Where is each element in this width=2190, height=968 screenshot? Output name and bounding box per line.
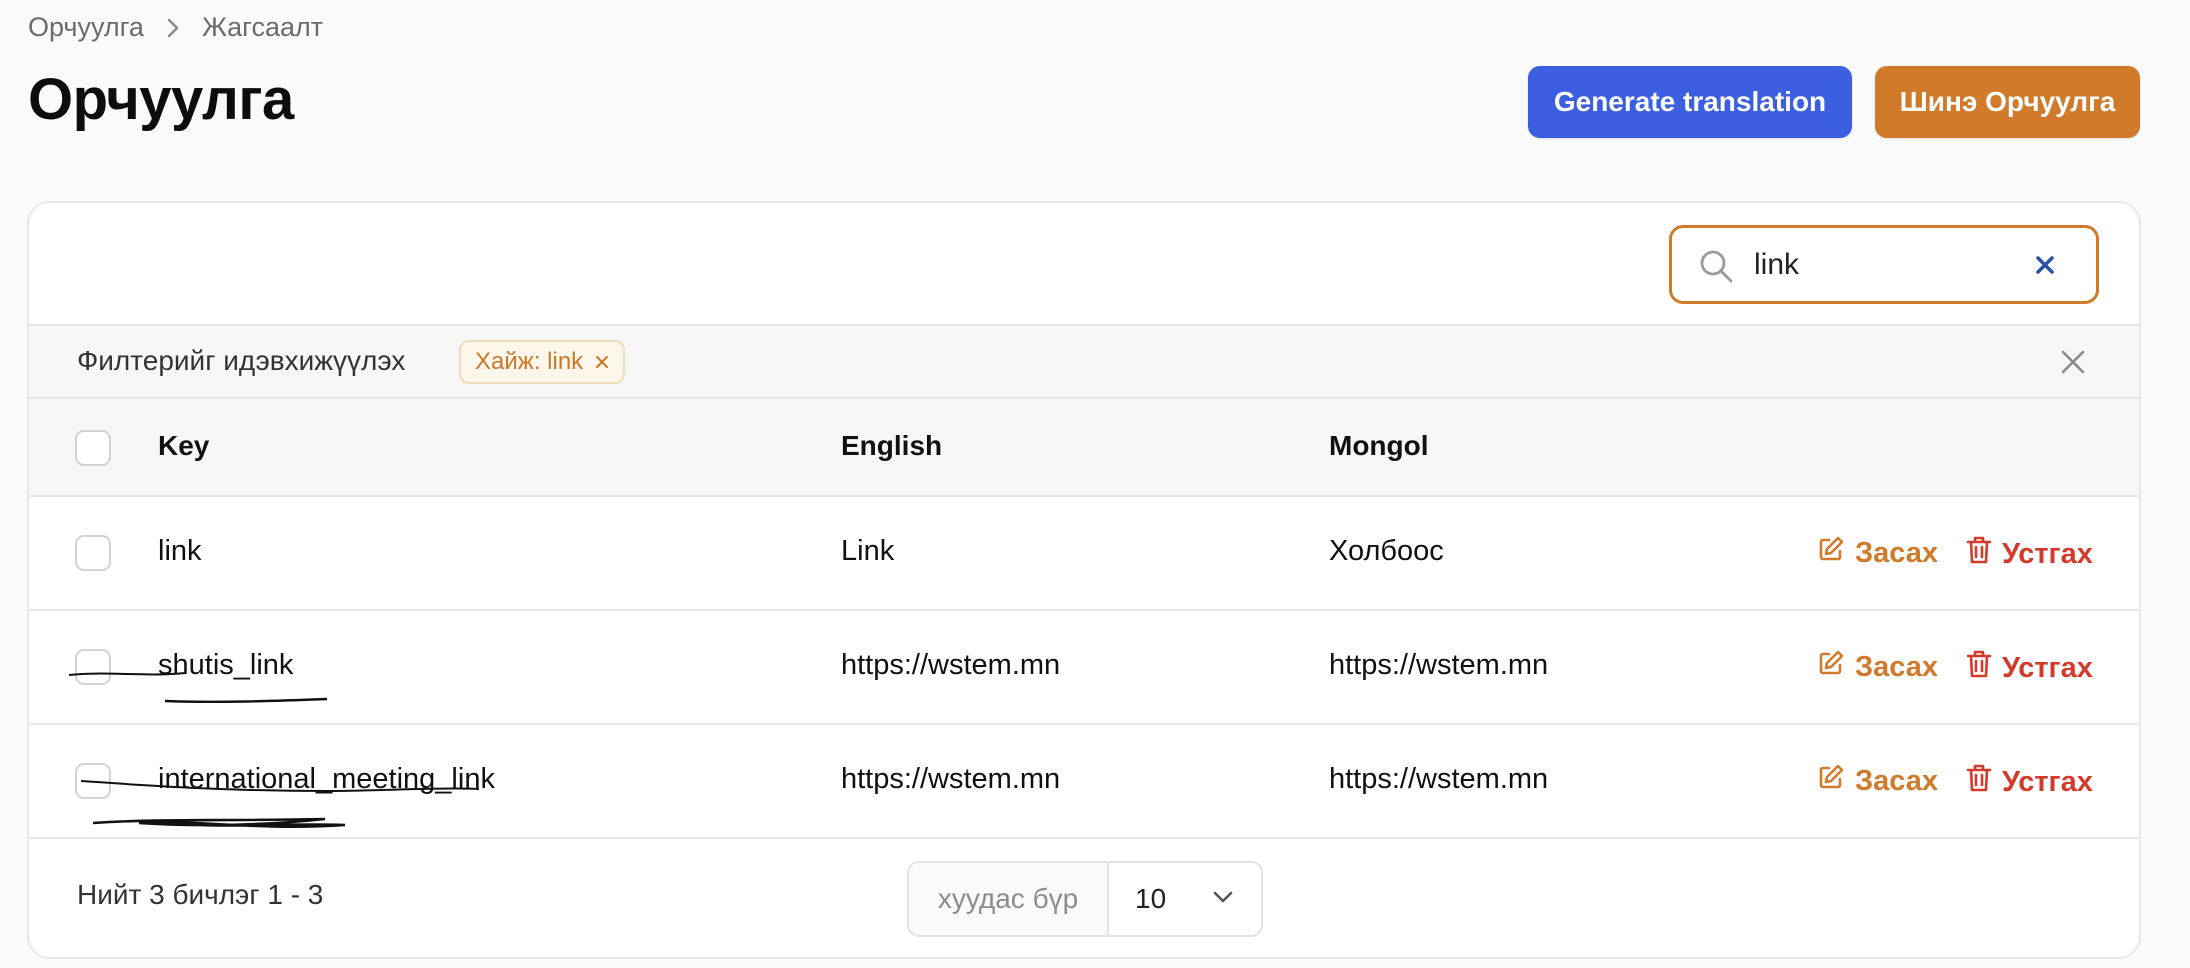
cell-english: https://wstem.mn: [841, 649, 1061, 681]
translations-table-card: link Филтерийг идэвхижүүлэх Хайж: link K…: [27, 201, 2141, 959]
edit-label: Засах: [1855, 650, 1939, 683]
edit-button[interactable]: Засах: [1817, 649, 1938, 685]
trash-icon: [1966, 649, 1992, 687]
search-value: link: [1754, 248, 1800, 281]
filter-chip-search[interactable]: Хайж: link: [459, 340, 626, 384]
table-footer: Нийт 3 бичлэг 1 - 3 хуудас бүр 10: [29, 839, 2139, 957]
cell-key: international_meeting_link: [158, 763, 495, 795]
chevron-right-icon: [166, 17, 180, 39]
column-header-english[interactable]: English: [841, 430, 942, 462]
per-page-label: хуудас бүр: [909, 863, 1109, 935]
edit-label: Засах: [1855, 536, 1939, 569]
breadcrumb-item-list: Жагсаалт: [201, 12, 324, 42]
table-row: link Link Холбоос Засах Устгах: [29, 497, 2139, 611]
edit-label: Засах: [1855, 764, 1939, 797]
page-title: Орчуулга: [28, 67, 294, 132]
cell-english: https://wstem.mn: [841, 763, 1061, 795]
active-filters-label: Филтерийг идэвхижүүлэх: [77, 345, 406, 376]
trash-icon: [1966, 535, 1992, 573]
cell-mongol: Холбоос: [1329, 535, 1444, 567]
edit-button[interactable]: Засах: [1817, 535, 1938, 571]
pagination-summary: Нийт 3 бичлэг 1 - 3: [77, 879, 324, 910]
cell-key: shutis_link: [158, 649, 294, 681]
new-translation-button[interactable]: Шинэ Орчуулга: [1875, 66, 2140, 138]
cell-mongol: https://wstem.mn: [1329, 763, 1549, 795]
edit-icon: [1817, 535, 1845, 571]
table-toolbar: link: [29, 203, 2139, 324]
per-page-select[interactable]: хуудас бүр 10: [907, 861, 1263, 937]
select-all-checkbox[interactable]: [75, 430, 111, 466]
per-page-value: 10: [1135, 883, 1167, 914]
column-header-key[interactable]: Key: [158, 430, 209, 462]
trash-icon: [1966, 763, 1992, 801]
edit-icon: [1817, 649, 1845, 685]
breadcrumb-item-translations[interactable]: Орчуулга: [28, 12, 144, 43]
breadcrumb: Орчуулга Жагсаалт: [28, 12, 323, 43]
table-row: shutis_link https://wstem.mn https://wst…: [29, 611, 2139, 725]
row-checkbox[interactable]: [75, 535, 111, 571]
search-input[interactable]: link: [1669, 225, 2099, 304]
delete-button[interactable]: Устгах: [1966, 649, 2093, 687]
close-icon[interactable]: [2034, 254, 2056, 281]
cell-key: link: [158, 535, 202, 567]
cell-english: Link: [841, 535, 895, 567]
edit-button[interactable]: Засах: [1817, 763, 1938, 799]
generate-translation-button[interactable]: Generate translation: [1528, 66, 1852, 138]
remove-filter-icon[interactable]: [595, 348, 609, 376]
row-checkbox[interactable]: [75, 649, 111, 685]
delete-label: Устгах: [2002, 537, 2093, 570]
cell-mongol: https://wstem.mn: [1329, 649, 1549, 681]
chevron-down-icon: [1211, 889, 1235, 910]
edit-icon: [1817, 763, 1845, 799]
delete-button[interactable]: Устгах: [1966, 763, 2093, 801]
delete-button[interactable]: Устгах: [1966, 535, 2093, 573]
table-row: international_meeting_link https://wstem…: [29, 725, 2139, 839]
delete-label: Устгах: [2002, 651, 2093, 684]
column-header-mongol[interactable]: Mongol: [1329, 430, 1429, 462]
filter-chip-label: Хайж: link: [475, 348, 584, 375]
clear-filters-icon[interactable]: [2059, 348, 2087, 381]
active-filters-bar: Филтерийг идэвхижүүлэх Хайж: link: [29, 324, 2139, 399]
table-header: Key English Mongol: [29, 399, 2139, 497]
row-checkbox[interactable]: [75, 763, 111, 799]
delete-label: Устгах: [2002, 765, 2093, 798]
search-icon: [1698, 248, 1734, 289]
